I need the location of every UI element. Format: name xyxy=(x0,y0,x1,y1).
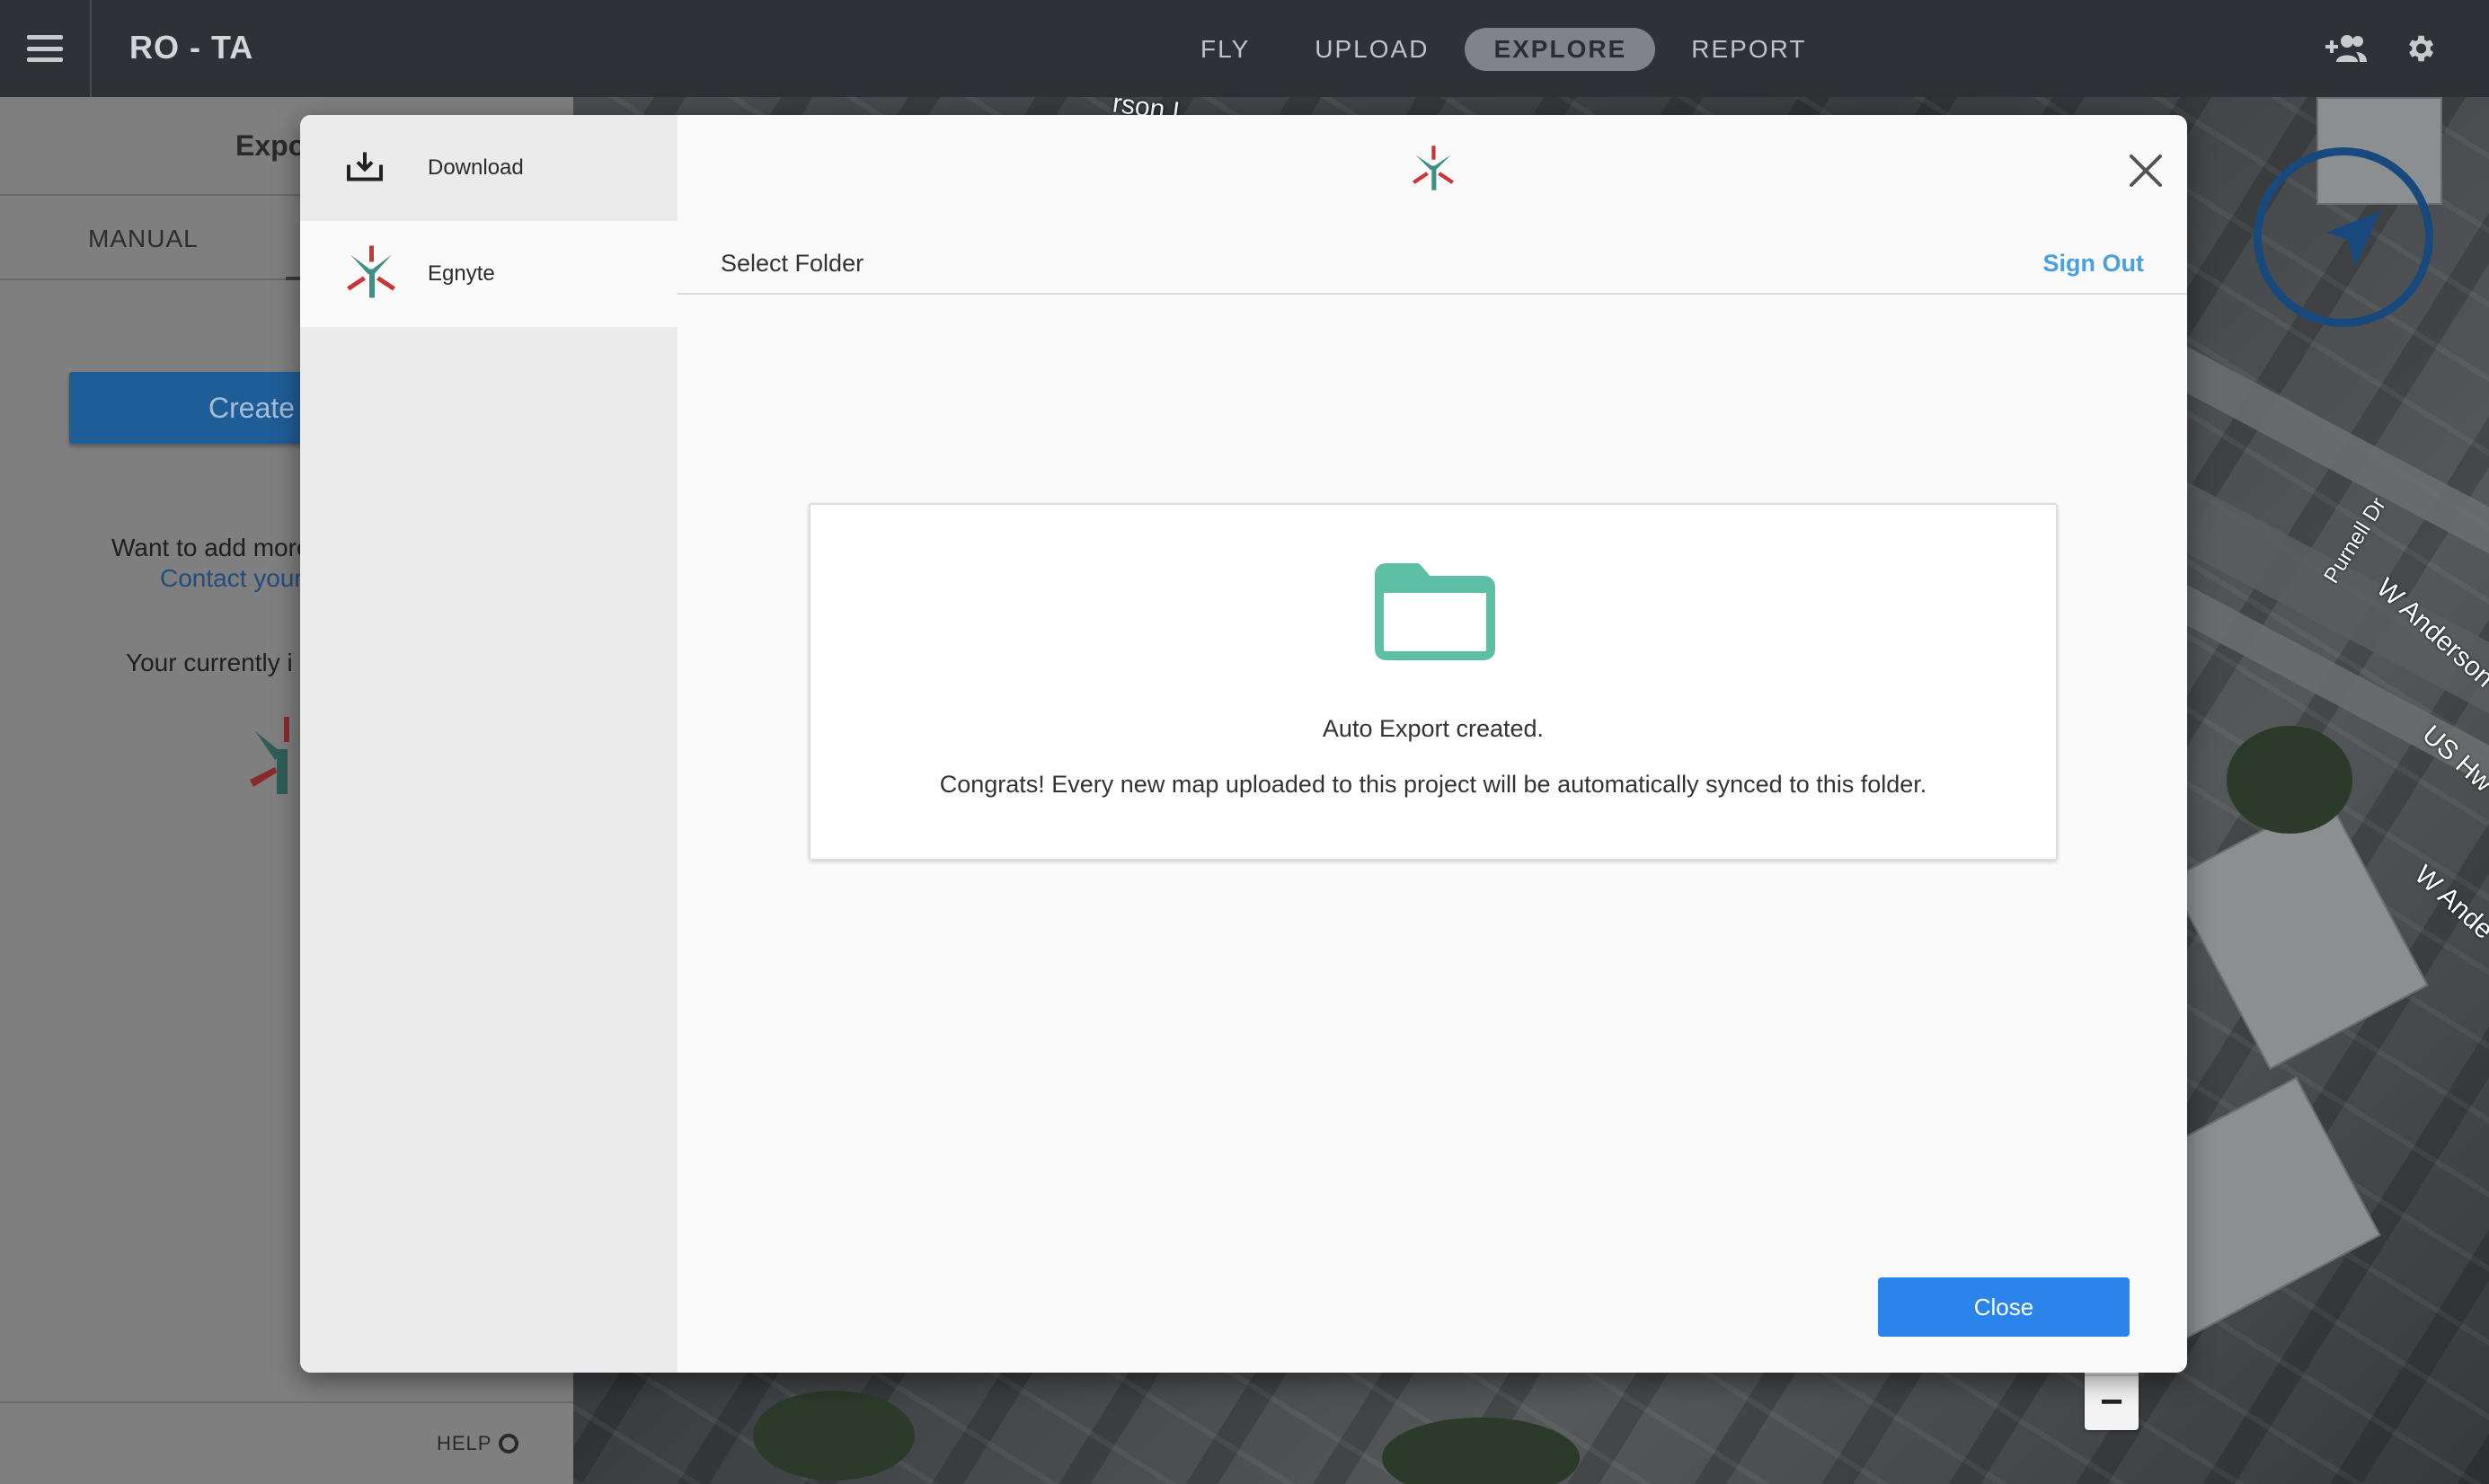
contact-link[interactable]: Contact your xyxy=(160,564,303,593)
download-icon xyxy=(347,151,383,186)
destination-download[interactable]: Download xyxy=(300,115,678,221)
compass-widget[interactable] xyxy=(2254,147,2433,327)
top-bar: RO - TA FLY UPLOAD EXPLORE REPORT xyxy=(0,0,2489,97)
egnyte-logo-icon xyxy=(1413,146,1454,195)
export-modal: Download Egnyte Select Folder Sign Out A… xyxy=(300,115,2187,1373)
egnyte-logo-icon xyxy=(347,245,395,303)
main-nav: FLY UPLOAD EXPLORE REPORT xyxy=(1168,27,1838,72)
select-folder-label: Select Folder xyxy=(721,250,864,277)
export-panel-footer: HELP xyxy=(0,1401,573,1484)
zoom-out-button[interactable]: − xyxy=(2085,1374,2139,1428)
help-link[interactable]: HELP xyxy=(437,1432,519,1455)
destination-egnyte[interactable]: Egnyte xyxy=(300,221,678,327)
export-panel-title: Expo xyxy=(235,129,306,162)
hamburger-menu-icon xyxy=(27,35,63,62)
navigation-arrow-icon xyxy=(2326,211,2380,267)
nav-explore[interactable]: EXPLORE xyxy=(1465,28,1656,71)
success-card: Auto Export created. Congrats! Every new… xyxy=(809,503,2058,861)
destination-download-label: Download xyxy=(428,155,524,180)
sign-out-link[interactable]: Sign Out xyxy=(2043,250,2144,278)
tab-manual[interactable]: MANUAL xyxy=(88,225,199,253)
map-tree xyxy=(1382,1418,1580,1484)
folder-bar: Select Folder Sign Out xyxy=(678,239,2187,295)
add-user-icon xyxy=(2325,35,2367,62)
map-tree xyxy=(753,1391,915,1480)
add-more-text: Want to add more xyxy=(111,534,311,561)
map-street-label: W Ande xyxy=(2408,860,2489,946)
success-title: Auto Export created. xyxy=(1322,715,1545,742)
hamburger-menu-button[interactable] xyxy=(0,0,92,97)
nav-report[interactable]: REPORT xyxy=(1662,28,1835,71)
modal-close-button[interactable] xyxy=(2126,151,2166,190)
export-destination-list: Download Egnyte xyxy=(300,115,678,1373)
nav-upload[interactable]: UPLOAD xyxy=(1286,28,1457,71)
settings-button[interactable] xyxy=(2397,27,2442,70)
close-icon xyxy=(2130,155,2162,187)
map-building xyxy=(2168,795,2429,1070)
project-title: RO - TA xyxy=(129,29,254,66)
close-button[interactable]: Close xyxy=(1878,1277,2130,1337)
egnyte-panel: Select Folder Sign Out Auto Export creat… xyxy=(678,115,2187,1373)
destination-egnyte-label: Egnyte xyxy=(428,261,495,286)
nav-fly[interactable]: FLY xyxy=(1172,28,1279,71)
gear-icon xyxy=(2409,35,2434,62)
lifebuoy-icon xyxy=(499,1434,519,1453)
success-message: Congrats! Every new map uploaded to this… xyxy=(939,771,1927,798)
help-label: HELP xyxy=(437,1432,492,1454)
map-tree xyxy=(2227,726,2352,834)
add-user-button[interactable] xyxy=(2324,27,2369,70)
folder-icon xyxy=(1374,562,1496,666)
currently-text: Your currently i xyxy=(126,649,293,676)
